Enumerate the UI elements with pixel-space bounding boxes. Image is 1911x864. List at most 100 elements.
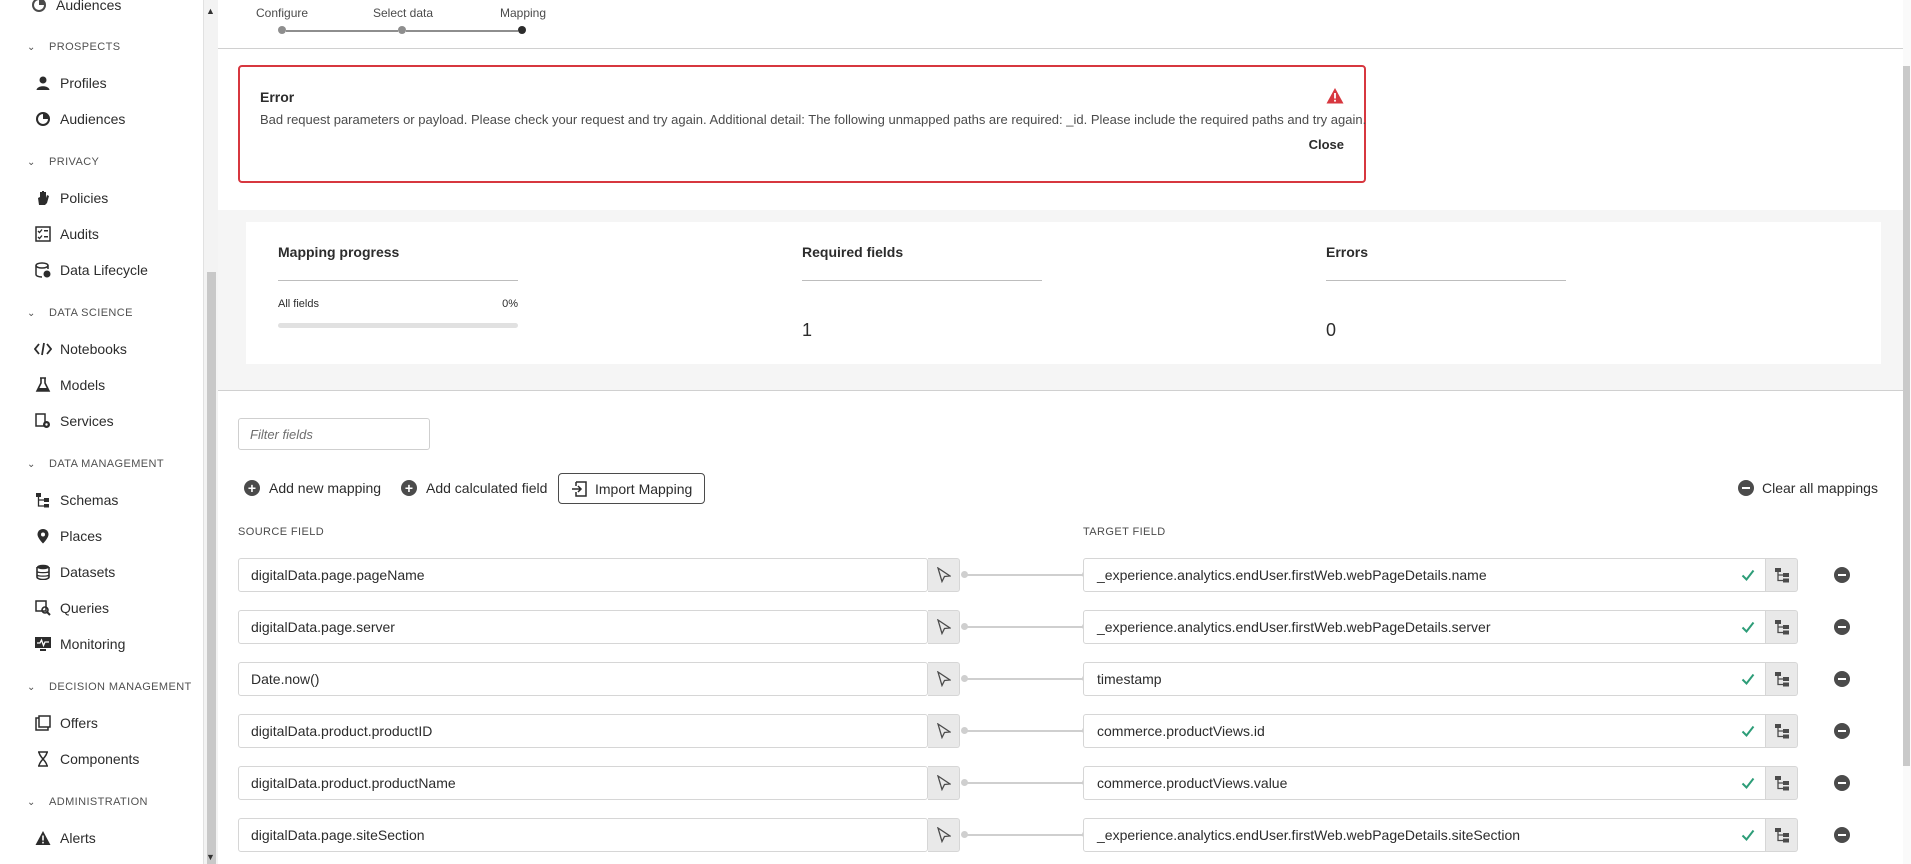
schema-tree-button[interactable]: [1766, 558, 1798, 592]
step-connector: [406, 30, 518, 32]
source-field-input[interactable]: digitalData.page.siteSection: [238, 818, 928, 852]
sidebar-item-offers[interactable]: Offers: [34, 710, 98, 736]
left-nav: Audiences ⌄ PROSPECTS Profiles Audiences …: [0, 0, 204, 864]
checkmark-icon: [1741, 828, 1755, 842]
remove-mapping-button[interactable]: [1834, 567, 1850, 583]
remove-mapping-button[interactable]: [1834, 723, 1850, 739]
section-data-management[interactable]: ⌄ DATA MANAGEMENT: [27, 454, 164, 474]
sidebar-item-monitoring[interactable]: Monitoring: [34, 631, 125, 657]
source-select-button[interactable]: [928, 818, 960, 852]
mapping-connector: [962, 626, 1087, 628]
all-fields-percent: 0%: [502, 298, 518, 310]
remove-mapping-button[interactable]: [1834, 827, 1850, 843]
schema-tree-button[interactable]: [1766, 714, 1798, 748]
alert-triangle-icon: [1326, 87, 1344, 105]
schema-icon: [34, 491, 52, 509]
target-field-input[interactable]: commerce.productViews.id: [1083, 714, 1766, 748]
sidebar-item-profiles[interactable]: Profiles: [34, 70, 107, 96]
source-field-input[interactable]: digitalData.product.productID: [238, 714, 928, 748]
sidebar-item-models[interactable]: Models: [34, 372, 105, 398]
mapping-progress-card: Mapping progress All fields 0% Required …: [246, 222, 1881, 364]
source-field-input[interactable]: digitalData.page.server: [238, 610, 928, 644]
mapping-row: digitalData.product.productID commerce.pr…: [238, 714, 1888, 748]
mapping-progress-title: Mapping progress: [278, 244, 400, 260]
remove-mapping-button[interactable]: [1834, 671, 1850, 687]
divider: [218, 390, 1903, 391]
all-fields-progress-bar: [278, 323, 518, 328]
connector-dot: [961, 727, 968, 734]
query-search-icon: [34, 599, 52, 617]
location-pin-icon: [34, 527, 52, 545]
add-new-mapping-button[interactable]: + Add new mapping: [244, 473, 381, 503]
source-select-button[interactable]: [928, 714, 960, 748]
checkmark-icon: [1741, 724, 1755, 738]
sidebar-item-datasets[interactable]: Datasets: [34, 559, 115, 585]
close-error-button[interactable]: Close: [1309, 137, 1344, 152]
chevron-down-icon: ⌄: [27, 458, 36, 470]
service-gear-icon: [34, 412, 52, 430]
source-select-button[interactable]: [928, 766, 960, 800]
chevron-down-icon: ⌄: [27, 307, 36, 319]
sidebar-item-audiences-top[interactable]: Audiences: [30, 0, 121, 18]
sidebar-item-notebooks[interactable]: Notebooks: [34, 336, 127, 362]
sidebar-item-audiences[interactable]: Audiences: [34, 106, 125, 132]
sidebar-item-schemas[interactable]: Schemas: [34, 487, 118, 513]
checklist-icon: [34, 225, 52, 243]
step-configure[interactable]: Configure: [256, 6, 308, 20]
remove-mapping-button[interactable]: [1834, 619, 1850, 635]
section-administration[interactable]: ⌄ ADMINISTRATION: [27, 792, 148, 812]
sidebar-scroll-thumb[interactable]: [207, 272, 216, 864]
clear-all-mappings-button[interactable]: Clear all mappings: [1738, 473, 1878, 503]
connector-dot: [961, 675, 968, 682]
step-select-data[interactable]: Select data: [373, 6, 433, 20]
section-privacy[interactable]: ⌄ PRIVACY: [27, 152, 99, 172]
schema-tree-button[interactable]: [1766, 662, 1798, 696]
remove-circle-icon: [1738, 480, 1754, 496]
checkmark-icon: [1741, 776, 1755, 790]
step-mapping[interactable]: Mapping: [500, 6, 546, 20]
target-field-input[interactable]: _experience.analytics.endUser.firstWeb.w…: [1083, 558, 1766, 592]
target-field-input[interactable]: _experience.analytics.endUser.firstWeb.w…: [1083, 610, 1766, 644]
scroll-up-arrow-icon[interactable]: ▲: [206, 6, 215, 16]
all-fields-label: All fields: [278, 298, 319, 310]
sidebar-item-services[interactable]: Services: [34, 408, 114, 434]
sidebar-item-data-lifecycle[interactable]: Data Lifecycle: [34, 257, 148, 283]
required-fields-title: Required fields: [802, 244, 904, 260]
errors-value: 0: [1326, 320, 1337, 340]
sidebar-item-audits[interactable]: Audits: [34, 221, 99, 247]
target-field-input[interactable]: _experience.analytics.endUser.firstWeb.w…: [1083, 818, 1766, 852]
sidebar-item-alerts[interactable]: Alerts: [34, 825, 96, 851]
remove-mapping-button[interactable]: [1834, 775, 1850, 791]
schema-tree-button[interactable]: [1766, 766, 1798, 800]
section-prospects[interactable]: ⌄ PROSPECTS: [27, 37, 120, 57]
target-field-input[interactable]: commerce.productViews.value: [1083, 766, 1766, 800]
import-mapping-button[interactable]: Import Mapping: [558, 473, 706, 504]
scroll-down-arrow-icon[interactable]: ▼: [206, 852, 215, 862]
main-scrollbar[interactable]: [1903, 0, 1911, 864]
target-field-input[interactable]: timestamp: [1083, 662, 1766, 696]
flask-icon: [34, 376, 52, 394]
source-field-input[interactable]: digitalData.product.productName: [238, 766, 928, 800]
section-decision-management[interactable]: ⌄ DECISION MANAGEMENT: [27, 677, 192, 697]
schema-tree-button[interactable]: [1766, 610, 1798, 644]
add-calculated-field-button[interactable]: + Add calculated field: [401, 473, 547, 503]
schema-tree-icon: [1774, 827, 1790, 843]
sidebar-item-places[interactable]: Places: [34, 523, 102, 549]
person-icon: [34, 74, 52, 92]
schema-tree-button[interactable]: [1766, 818, 1798, 852]
connector-dot: [961, 779, 968, 786]
sidebar-item-policies[interactable]: Policies: [34, 185, 108, 211]
main-scroll-thumb[interactable]: [1903, 66, 1910, 766]
source-select-button[interactable]: [928, 610, 960, 644]
source-field-input[interactable]: digitalData.page.pageName: [238, 558, 928, 592]
add-circle-icon: +: [244, 480, 260, 496]
sidebar-item-components[interactable]: Components: [34, 746, 139, 772]
filter-fields-input[interactable]: Filter fields: [238, 418, 430, 450]
source-field-input[interactable]: Date.now(): [238, 662, 928, 696]
sidebar-item-queries[interactable]: Queries: [34, 595, 109, 621]
chevron-down-icon: ⌄: [27, 796, 36, 808]
source-select-button[interactable]: [928, 558, 960, 592]
section-data-science[interactable]: ⌄ DATA SCIENCE: [27, 303, 133, 323]
source-select-button[interactable]: [928, 662, 960, 696]
sidebar-scrollbar[interactable]: ▲ ▼: [204, 0, 218, 864]
